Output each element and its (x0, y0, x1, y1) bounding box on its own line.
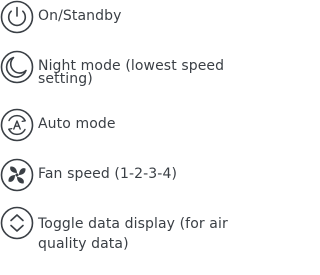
legend-item-fan-speed: Fan speed (1-2-3-4) (0, 158, 177, 192)
legend-label: Night mode (lowest speed setting) (38, 58, 225, 87)
legend-label: On/Standby (38, 8, 122, 24)
legend-item-on-standby: On/Standby (0, 0, 122, 34)
legend-label: Toggle data display (for air quality dat… (38, 216, 228, 252)
legend-label: Auto mode (38, 116, 116, 132)
power-icon (0, 0, 34, 34)
toggle-chevron-icon (0, 206, 34, 240)
control-legend: On/Standby Night mode (lowest speed sett… (0, 0, 263, 275)
legend-item-auto-mode: Auto mode (0, 108, 116, 142)
fan-icon (0, 158, 34, 192)
legend-item-toggle-data-display: Toggle data display (for air quality dat… (0, 206, 262, 254)
legend-label: Fan speed (1-2-3-4) (38, 166, 178, 182)
moon-icon (0, 50, 34, 84)
auto-mode-icon (0, 108, 34, 142)
legend-item-night-mode: Night mode (lowest speed setting) (0, 50, 262, 86)
